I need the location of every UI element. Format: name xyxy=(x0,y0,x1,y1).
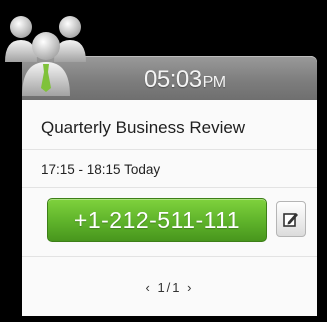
pager-text: 1/1 xyxy=(157,280,182,295)
divider xyxy=(22,256,317,257)
clock-time: 05:03 xyxy=(144,66,202,93)
pager-prev[interactable]: ‹ xyxy=(145,280,151,295)
call-button[interactable]: +1-212-511-111 xyxy=(47,198,267,242)
contacts-people-icon xyxy=(5,16,86,96)
pager: ‹ 1/1 › xyxy=(22,280,317,295)
divider xyxy=(22,149,317,150)
appointment-time: 17:15 - 18:15 Today xyxy=(41,162,161,177)
appointment-title: Quarterly Business Review xyxy=(41,118,246,137)
edit-note-icon xyxy=(283,213,298,227)
clock-ampm: PM xyxy=(202,74,227,91)
clock: 05:03PM xyxy=(144,66,226,94)
edit-button[interactable] xyxy=(276,201,306,237)
pager-next[interactable]: › xyxy=(187,280,193,295)
divider xyxy=(22,187,317,188)
